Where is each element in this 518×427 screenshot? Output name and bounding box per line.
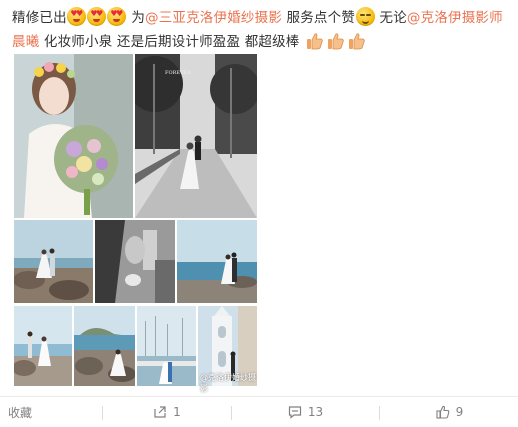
post-text-segment: 无论 [379,10,407,26]
post-text-segment: 服务点个赞 [286,10,356,26]
photo-couple-beach-rocks[interactable] [14,306,72,386]
heart-eyes-emoji-icon [107,7,127,26]
comment-count: 13 [307,405,324,419]
thumbs-up-emoji-icon [325,33,346,50]
post-text-segment: 为 [131,10,146,26]
action-separator [231,406,232,420]
repost-icon [154,406,166,418]
mention-link-studio[interactable]: @三亚克洛伊婚纱摄影 [145,10,282,26]
like-count: 9 [455,405,464,419]
repost-count: 1 [173,405,181,419]
repost-button[interactable]: 1 [104,397,230,427]
photo-couple-closeup-bw[interactable] [95,220,175,303]
photo-couple-marina[interactable] [137,306,196,386]
action-separator [379,406,380,420]
smug-face-emoji-icon [355,7,375,26]
post-action-bar: 收藏 1 13 9 [0,397,518,427]
heart-eyes-emoji-icon [67,7,87,26]
photo-gallery: FOREVER @克洛伊婚纱摄影 [14,54,257,393]
heart-eyes-emoji-icon [87,7,107,26]
watermark-text: @克洛伊婚纱摄影 [200,373,256,393]
thumbs-up-icon [436,405,449,419]
post-text-segment: 精修已出 [12,10,67,26]
photo-couple-seaside-kiss[interactable] [177,220,257,303]
comment-icon [288,406,301,419]
post-text: 精修已出 为@三亚克洛伊婚纱摄影 服务点个赞 无论@克洛伊摄影师晨曦 化妆师小泉… [12,6,512,54]
favorite-label: 收藏 [7,405,32,420]
photo-bride-bouquet[interactable] [14,54,133,218]
action-separator [102,406,103,420]
favorite-button[interactable]: 收藏 [0,397,40,427]
photo-couple-island-rocks[interactable] [74,306,135,386]
thumbs-up-emoji-icon [346,33,367,50]
svg-text:FOREVER: FOREVER [165,70,191,76]
photo-couple-walking-bw[interactable]: FOREVER [135,54,257,218]
like-button[interactable]: 9 [381,397,518,427]
photo-couple-rocks[interactable] [14,220,93,303]
post-text-segment: 化妆师小泉 还是后期设计师盈盈 都超级棒 [43,34,300,50]
comment-button[interactable]: 13 [233,397,378,427]
thumbs-up-emoji-icon [304,33,325,50]
